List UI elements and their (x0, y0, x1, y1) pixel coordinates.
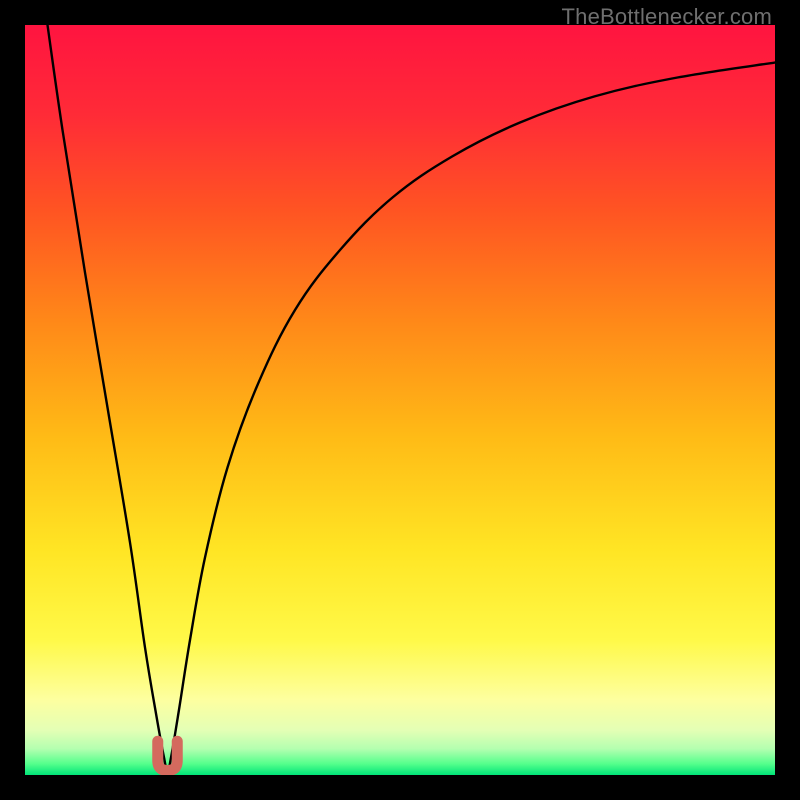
optimum-marker (158, 741, 178, 770)
chart-frame: TheBottlenecker.com (0, 0, 800, 800)
watermark-text: TheBottlenecker.com (562, 4, 772, 30)
bottleneck-curve (25, 25, 775, 775)
plot-area (25, 25, 775, 775)
